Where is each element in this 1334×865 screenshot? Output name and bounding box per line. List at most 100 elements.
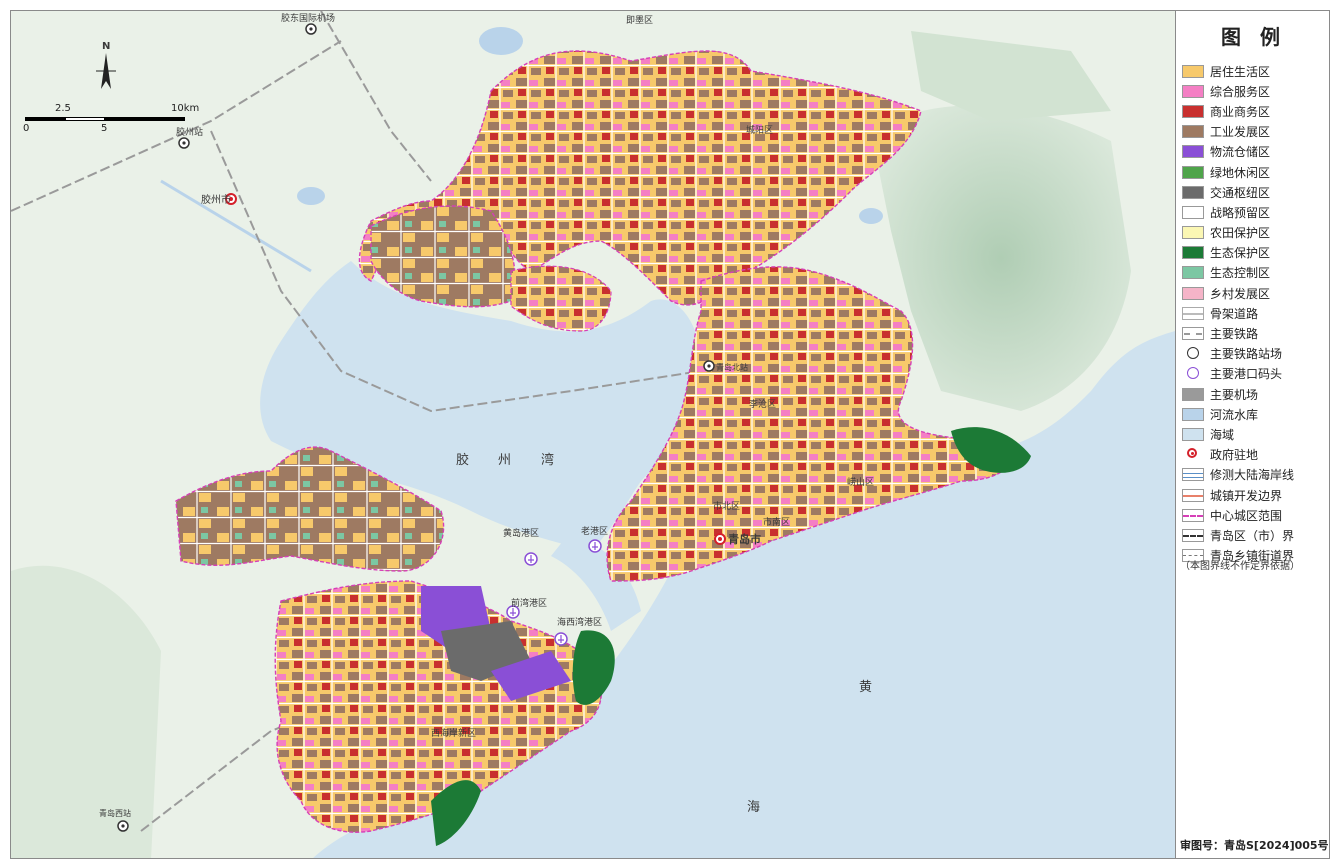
legend-list: 居住生活区综合服务区商业商务区工业发展区物流仓储区绿地休闲区交通枢纽区战略预留区… xyxy=(1182,61,1329,566)
scale-tick-10: 10km xyxy=(171,103,200,114)
legend-item: 主要港口码头 xyxy=(1182,364,1329,384)
legend-swatch xyxy=(1182,145,1204,159)
legend-swatch xyxy=(1182,306,1204,320)
legend-label: 物流仓储区 xyxy=(1210,145,1271,160)
label-haixiwan-port: 海西湾港区 xyxy=(557,616,602,628)
legend-swatch xyxy=(1182,64,1204,78)
label-bay-3: 湾 xyxy=(541,452,554,468)
legend-label: 主要铁路站场 xyxy=(1210,347,1283,362)
map-frame: 胶 州 湾 黄 海 青岛市 胶州市 胶州站 胶东国际机场 即墨区 城阳区 李沧区… xyxy=(10,10,1330,859)
legend-item: 海域 xyxy=(1182,424,1329,444)
label-sea-1: 黄 xyxy=(859,680,872,695)
legend-label: 商业商务区 xyxy=(1210,104,1271,119)
label-jiaozhou-city: 胶州市 xyxy=(201,193,231,206)
legend-label: 骨架道路 xyxy=(1210,306,1259,321)
legend-swatch xyxy=(1182,226,1204,240)
station-jiaozhou[interactable] xyxy=(178,137,190,149)
legend-item: 商业商务区 xyxy=(1182,101,1329,121)
label-laogang: 老港区 xyxy=(581,525,608,537)
label-airport: 胶东国际机场 xyxy=(281,12,335,24)
legend-item: 主要铁路 xyxy=(1182,323,1329,343)
legend-item: 河流水库 xyxy=(1182,404,1329,424)
legend-swatch xyxy=(1182,367,1204,381)
legend-swatch xyxy=(1182,286,1204,300)
legend-item: 城镇开发边界 xyxy=(1182,485,1329,505)
legend-label: 综合服务区 xyxy=(1210,84,1271,99)
station-qingdao-north[interactable] xyxy=(703,360,715,372)
label-bay-1: 胶 xyxy=(456,452,469,468)
legend-note: （本图界线不作定界依据） xyxy=(1180,561,1300,572)
legend-swatch xyxy=(1182,427,1204,441)
legend-label: 中心城区范围 xyxy=(1210,508,1283,523)
legend-item: 青岛区（市）界 xyxy=(1182,525,1329,545)
legend-label: 海域 xyxy=(1210,427,1235,442)
legend-label: 主要港口码头 xyxy=(1210,367,1283,382)
legend-swatch xyxy=(1182,488,1204,502)
legend-swatch xyxy=(1182,528,1204,542)
label-sea-2: 海 xyxy=(747,800,760,815)
label-bay-2: 州 xyxy=(498,453,511,468)
legend-label: 居住生活区 xyxy=(1210,64,1271,79)
legend-swatch xyxy=(1182,508,1204,522)
legend-label: 生态控制区 xyxy=(1210,266,1271,281)
legend-item: 政府驻地 xyxy=(1182,445,1329,465)
legend-swatch xyxy=(1182,205,1204,219)
legend-label: 绿地休闲区 xyxy=(1210,165,1271,180)
legend-item: 乡村发展区 xyxy=(1182,283,1329,303)
legend-panel: 图 例 居住生活区综合服务区商业商务区工业发展区物流仓储区绿地休闲区交通枢纽区战… xyxy=(1175,11,1329,858)
port-marker-haixiwan[interactable] xyxy=(554,632,568,646)
gov-seat-qingdao[interactable] xyxy=(714,533,726,545)
label-shibei: 市北区 xyxy=(713,500,740,512)
scale-tick-2_5: 2.5 xyxy=(55,103,71,114)
legend-swatch xyxy=(1182,266,1204,280)
legend-item: 生态控制区 xyxy=(1182,263,1329,283)
legend-swatch xyxy=(1182,407,1204,421)
label-shinan: 市南区 xyxy=(763,516,790,528)
scale-bar: 0 2.5 5 10km xyxy=(23,99,205,139)
legend-label: 乡村发展区 xyxy=(1210,286,1271,301)
legend-label: 农田保护区 xyxy=(1210,226,1271,241)
legend-label: 主要铁路 xyxy=(1210,327,1259,342)
legend-item: 物流仓储区 xyxy=(1182,142,1329,162)
legend-item: 综合服务区 xyxy=(1182,81,1329,101)
legend-label: 城镇开发边界 xyxy=(1210,488,1283,503)
legend-swatch xyxy=(1182,347,1204,361)
legend-item: 战略预留区 xyxy=(1182,202,1329,222)
label-qingdao-city: 青岛市 xyxy=(728,532,761,546)
legend-label: 战略预留区 xyxy=(1210,205,1271,220)
scale-tick-0: 0 xyxy=(23,123,30,134)
legend-label: 政府驻地 xyxy=(1210,448,1259,463)
legend-label: 交通枢纽区 xyxy=(1210,185,1271,200)
reservoir-laoshan xyxy=(859,208,883,224)
legend-item: 主要铁路站场 xyxy=(1182,344,1329,364)
compass-north-label: N xyxy=(102,41,110,52)
station-airport[interactable] xyxy=(305,23,317,35)
legend-label: 主要机场 xyxy=(1210,387,1259,402)
legend-swatch xyxy=(1182,125,1204,139)
legend-swatch xyxy=(1182,327,1204,341)
reservoir-north xyxy=(479,27,523,55)
legend-swatch xyxy=(1182,185,1204,199)
legend-title: 图 例 xyxy=(1221,25,1286,49)
legend-item: 居住生活区 xyxy=(1182,61,1329,81)
legend-item: 农田保护区 xyxy=(1182,223,1329,243)
label-laoshan: 崂山区 xyxy=(847,477,874,488)
port-marker-huangdao[interactable] xyxy=(524,552,538,566)
label-qingdao-west-station: 青岛西站 xyxy=(99,808,131,818)
legend-swatch xyxy=(1182,387,1204,401)
label-qianwan-port: 前湾港区 xyxy=(511,597,547,609)
legend-swatch xyxy=(1182,84,1204,98)
reservoir-west xyxy=(297,187,325,205)
legend-label: 生态保护区 xyxy=(1210,246,1271,261)
approval-number: 审图号：青岛S[2024]005号 xyxy=(1180,839,1329,852)
legend-swatch xyxy=(1182,104,1204,118)
label-xihaian: 西海岸新区 xyxy=(431,727,476,739)
legend-swatch xyxy=(1182,468,1204,482)
label-qingdao-north-station: 青岛北站 xyxy=(716,362,748,372)
label-chengyang: 城阳区 xyxy=(746,125,773,136)
scale-tick-5: 5 xyxy=(101,123,108,134)
legend-label: 工业发展区 xyxy=(1210,125,1271,140)
station-qingdao-west[interactable] xyxy=(117,820,129,832)
port-marker-laogang[interactable] xyxy=(588,539,602,553)
label-licang: 李沧区 xyxy=(749,398,776,410)
